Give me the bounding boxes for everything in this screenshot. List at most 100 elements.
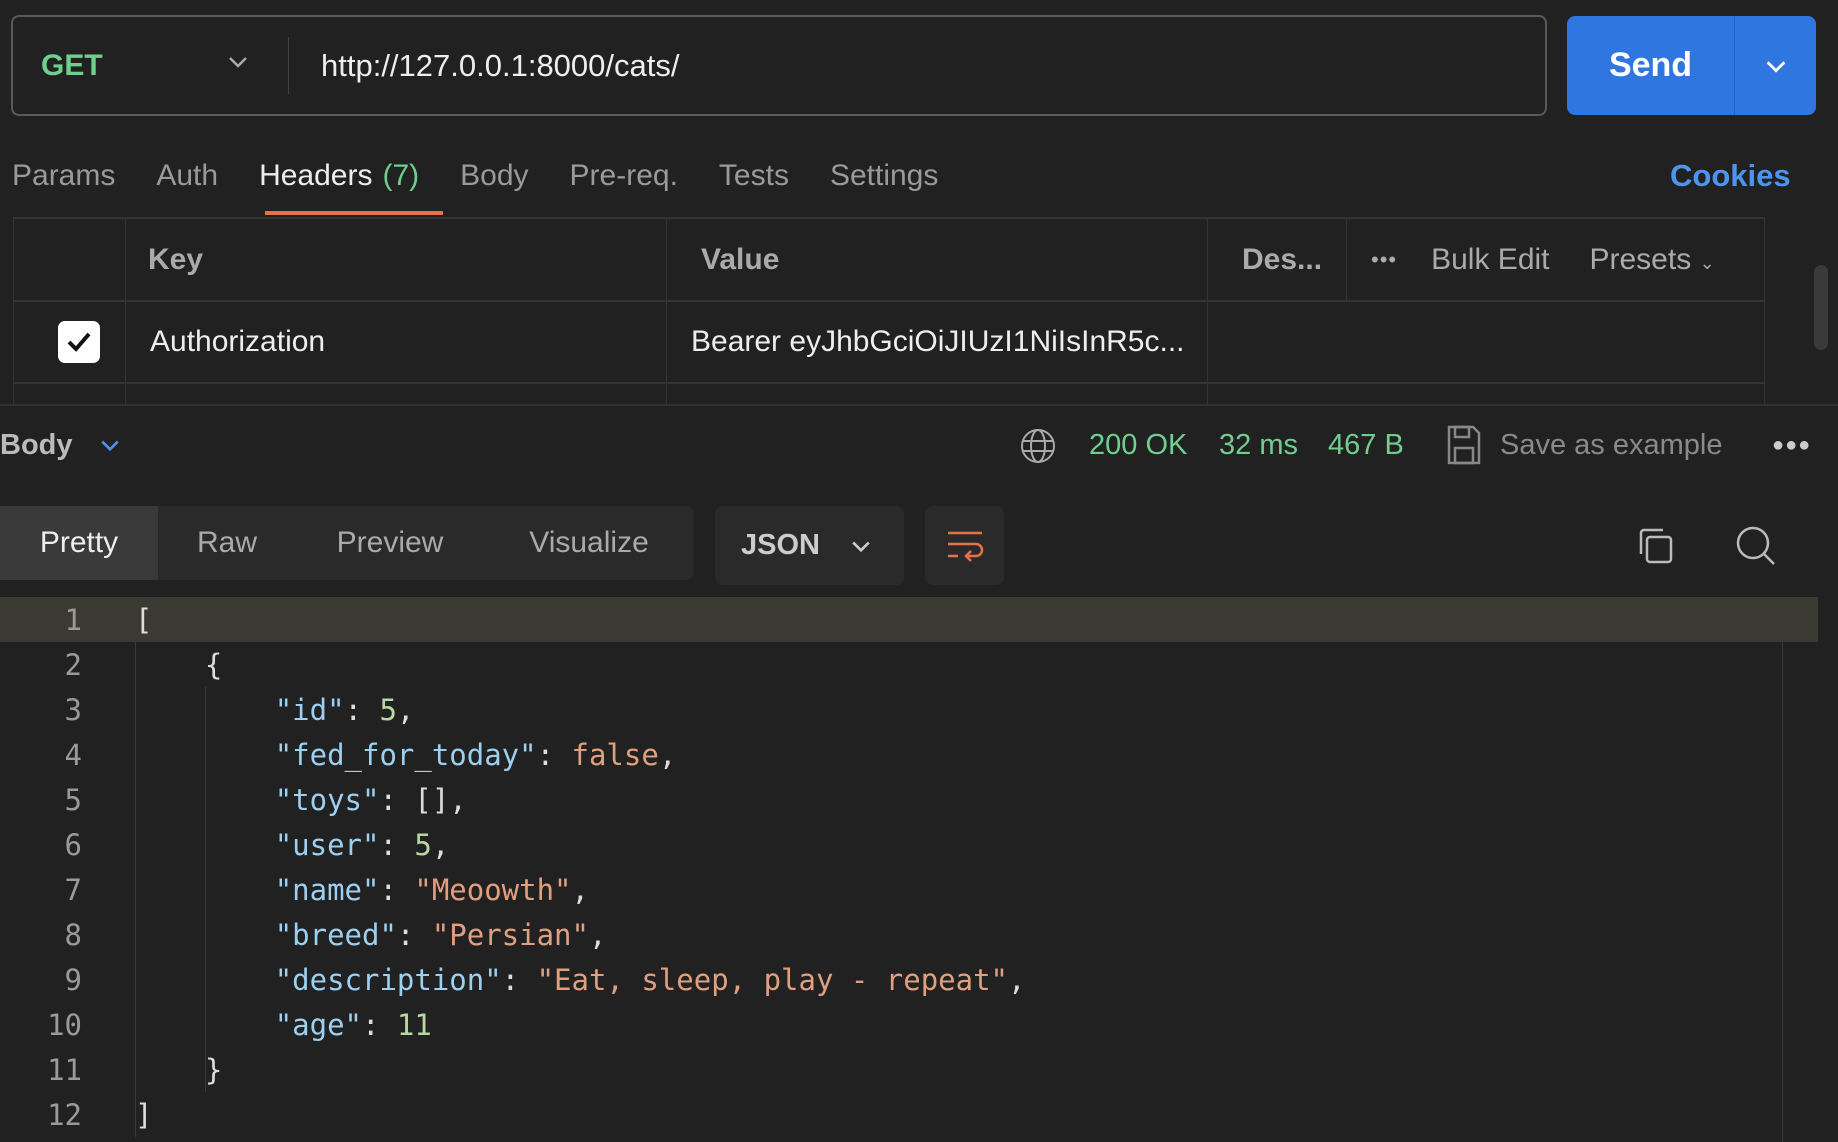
- code-token: :: [344, 692, 380, 727]
- code-token: ,: [588, 917, 607, 952]
- body-label: Body: [0, 428, 73, 461]
- code-token: ,: [571, 872, 589, 907]
- tab-headers[interactable]: Headers (7): [259, 150, 419, 202]
- code-token: "age": [274, 1007, 362, 1042]
- tab-label: Headers: [259, 159, 373, 192]
- table-actions: ••• Bulk Edit Presets ⌄: [1347, 219, 1767, 300]
- code-line: 4 "fed_for_today": false,: [0, 732, 1818, 777]
- url-input[interactable]: http://127.0.0.1:8000/cats/: [321, 17, 679, 114]
- line-number: 11: [47, 1052, 82, 1087]
- pane-divider[interactable]: [0, 404, 1838, 406]
- row-checkbox-cell: [14, 302, 126, 382]
- code-token: :: [396, 917, 432, 952]
- code-token: :: [536, 737, 572, 772]
- response-body-editor[interactable]: 1[2 {3 "id": 5, 4 "fed_for_today": false,…: [0, 597, 1818, 1137]
- send-button[interactable]: Send: [1567, 16, 1735, 115]
- code-token: }: [135, 1052, 223, 1087]
- code-text: "age": 11: [135, 1008, 432, 1042]
- tab-body[interactable]: Body: [460, 150, 528, 202]
- code-token: : [],: [379, 782, 467, 817]
- code-text: [: [135, 603, 152, 637]
- code-token: ,: [1008, 962, 1026, 997]
- active-tab-indicator: [265, 211, 443, 215]
- line-number: 7: [64, 872, 82, 907]
- row-checkbox[interactable]: [57, 321, 100, 363]
- code-token: "Meoowth": [414, 872, 572, 907]
- copy-icon[interactable]: [1637, 527, 1675, 565]
- response-size[interactable]: 467 B: [1328, 425, 1404, 465]
- code-token: :: [379, 827, 415, 862]
- code-text: "name": "Meoowth",: [135, 873, 589, 907]
- status-code[interactable]: 200 OK: [1089, 425, 1187, 465]
- tab-pre-request[interactable]: Pre-req.: [570, 150, 678, 202]
- response-time[interactable]: 32 ms: [1219, 425, 1298, 465]
- code-text: "toys": [],: [135, 783, 467, 817]
- tab-settings[interactable]: Settings: [830, 150, 938, 202]
- line-number: 2: [64, 647, 82, 682]
- header-description[interactable]: [1208, 302, 1767, 382]
- chevron-down-icon: ⌄: [1699, 252, 1715, 273]
- code-token: false: [571, 737, 659, 772]
- code-line: 8 "breed": "Persian",: [0, 912, 1818, 957]
- table-header-row: Key Value Des... ••• Bulk Edit Presets ⌄: [14, 219, 1764, 302]
- divider: [288, 37, 289, 94]
- header-key[interactable]: Authorization: [126, 302, 667, 382]
- cookies-link[interactable]: Cookies: [1670, 150, 1791, 202]
- presets-dropdown[interactable]: Presets ⌄: [1590, 243, 1715, 277]
- code-token: "fed_for_today": [274, 737, 537, 772]
- view-preview[interactable]: Preview: [296, 506, 484, 580]
- headers-count: (7): [382, 159, 420, 192]
- table-row: Authorization Bearer eyJhbGciOiJIUzI1NiI…: [14, 302, 1764, 384]
- code-line: 3 "id": 5,: [0, 687, 1818, 732]
- format-select[interactable]: JSON: [715, 506, 904, 585]
- code-token: "breed": [274, 917, 397, 952]
- line-number: 4: [64, 737, 82, 772]
- indent-guide: [205, 687, 206, 1092]
- send-options-button[interactable]: [1735, 16, 1816, 115]
- search-icon[interactable]: [1735, 525, 1777, 567]
- presets-label: Presets: [1589, 242, 1692, 276]
- format-label: JSON: [741, 529, 820, 561]
- code-line: 11 }: [0, 1047, 1818, 1092]
- bulk-edit-button[interactable]: Bulk Edit: [1431, 243, 1549, 277]
- column-description: Des...: [1208, 219, 1347, 300]
- view-pretty[interactable]: Pretty: [0, 506, 158, 580]
- method-select[interactable]: GET: [41, 17, 103, 114]
- view-visualize[interactable]: Visualize: [484, 506, 694, 580]
- tab-params[interactable]: Params: [12, 150, 115, 202]
- view-raw[interactable]: Raw: [158, 506, 296, 580]
- code-token: ,: [658, 737, 677, 772]
- send-button-group: Send: [1567, 16, 1816, 115]
- code-line: 6 "user": 5,: [0, 822, 1818, 867]
- line-number: 5: [64, 782, 82, 817]
- tab-tests[interactable]: Tests: [719, 150, 789, 202]
- code-line: 12]: [0, 1092, 1818, 1137]
- code-token: 5: [414, 827, 432, 862]
- line-number: 9: [64, 962, 82, 997]
- chevron-down-icon[interactable]: [223, 47, 253, 77]
- code-token: "id": [274, 692, 345, 727]
- code-token: :: [379, 872, 415, 907]
- code-line: 9 "description": "Eat, sleep, play - rep…: [0, 957, 1818, 1002]
- line-number: 1: [64, 602, 82, 637]
- tab-auth[interactable]: Auth: [156, 150, 218, 202]
- line-number: 10: [47, 1007, 82, 1042]
- column-key: Key: [126, 219, 667, 300]
- headers-table: Key Value Des... ••• Bulk Edit Presets ⌄…: [13, 217, 1765, 406]
- more-options-icon[interactable]: •••: [1371, 247, 1397, 273]
- code-line: 10 "age": 11: [0, 1002, 1818, 1047]
- code-text: ]: [135, 1098, 152, 1132]
- save-as-example-button[interactable]: Save as example: [1500, 425, 1722, 465]
- wrap-lines-button[interactable]: [925, 506, 1004, 585]
- globe-icon[interactable]: [1019, 427, 1057, 465]
- scrollbar[interactable]: [1814, 265, 1828, 350]
- header-value[interactable]: Bearer eyJhbGciOiJIUzI1NiIsInR5c...: [667, 302, 1208, 382]
- response-body-dropdown[interactable]: Body: [0, 425, 123, 465]
- method-label: GET: [41, 48, 103, 82]
- code-token: 5: [379, 692, 397, 727]
- more-options-icon[interactable]: ●●●: [1772, 425, 1811, 465]
- code-text: "description": "Eat, sleep, play - repea…: [135, 962, 1026, 997]
- code-token: "name": [274, 872, 380, 907]
- code-token: :: [362, 1007, 397, 1042]
- cell: [667, 384, 1208, 406]
